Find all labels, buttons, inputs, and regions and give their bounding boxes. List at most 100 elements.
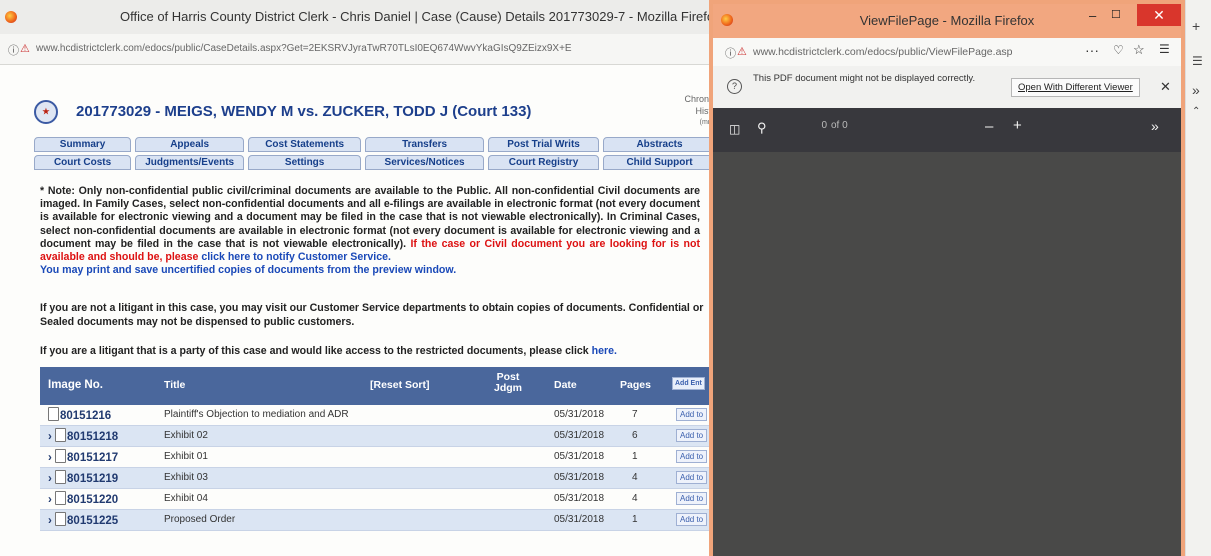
case-details-page: ★ 201773029 - MEIGS, WENDY M vs. ZUCKER,… <box>0 65 716 556</box>
page-count: of 0 <box>831 120 848 131</box>
bookmark-star-icon[interactable]: ☆ <box>1133 42 1145 58</box>
image-number[interactable]: › 80151219 <box>48 470 118 485</box>
pdf-viewer-window: ViewFilePage - Mozilla Firefox – ☐ ✕ ⓘ ⚠… <box>709 0 1185 556</box>
add-to-cart-button[interactable]: Add to <box>676 408 708 421</box>
minimize-icon[interactable]: – <box>1089 8 1096 23</box>
tab-row-2: Court Costs Judgments/Events Settings Se… <box>34 155 716 170</box>
add-entire-button[interactable]: Add Ent <box>672 377 705 390</box>
menu-icon[interactable]: ☰ <box>1159 42 1170 56</box>
tab-child-support[interactable]: Child Support <box>603 155 716 170</box>
tab-post-trial-writs[interactable]: Post Trial Writs <box>488 137 600 152</box>
tab-court-registry[interactable]: Court Registry <box>488 155 600 170</box>
add-to-cart-button[interactable]: Add to <box>676 513 708 526</box>
image-number-value[interactable]: 80151217 <box>67 452 118 464</box>
tab-transfers[interactable]: Transfers <box>365 137 485 152</box>
main-url[interactable]: www.hcdistrictclerk.com/edocs/public/Cas… <box>36 43 572 54</box>
doc-title: Exhibit 03 <box>164 472 208 483</box>
main-window-title: Office of Harris County District Clerk -… <box>120 9 721 24</box>
add-to-cart-button[interactable]: Add to <box>676 429 708 442</box>
doc-pages: 7 <box>632 409 638 420</box>
image-number[interactable]: 80151216 <box>48 407 111 422</box>
notify-link[interactable]: click here to notify <box>201 251 295 263</box>
search-icon[interactable]: ⚲ <box>757 120 767 136</box>
case-title: 201773029 - MEIGS, WENDY M vs. ZUCKER, T… <box>76 103 532 120</box>
image-number-value[interactable]: 80151216 <box>60 410 111 422</box>
document-icon <box>55 449 67 463</box>
tab-services-notices[interactable]: Services/Notices <box>365 155 485 170</box>
doc-title: Proposed Order <box>164 514 236 525</box>
firefox-logo-icon <box>5 11 17 23</box>
image-number[interactable]: › 80151220 <box>48 491 118 506</box>
table-row[interactable]: › 80151218 Exhibit 02 05/31/2018 6 Add t… <box>40 426 716 447</box>
tab-judgments-events[interactable]: Judgments/Events <box>135 155 245 170</box>
help-icon: ? <box>727 79 742 94</box>
add-to-cart-button[interactable]: Add to <box>676 450 708 463</box>
tab-row-1: Summary Appeals Cost Statements Transfer… <box>34 137 716 152</box>
image-number[interactable]: › 80151217 <box>48 449 118 464</box>
image-number-value[interactable]: 80151219 <box>67 473 118 485</box>
restricted-docs-link[interactable]: here. <box>592 345 617 357</box>
info-icon[interactable]: ⓘ <box>8 42 19 58</box>
tab-cost-statements[interactable]: Cost Statements <box>248 137 362 152</box>
document-icon <box>48 407 59 421</box>
close-icon[interactable]: ✕ <box>1137 4 1181 26</box>
insecure-lock-icon: ⚠ <box>737 46 747 58</box>
col-date[interactable]: Date <box>554 379 577 391</box>
maximize-icon[interactable]: ☐ <box>1111 8 1121 21</box>
pocket-icon[interactable]: ♡ <box>1113 43 1124 57</box>
tab-court-costs[interactable]: Court Costs <box>34 155 132 170</box>
doc-date: 05/31/2018 <box>554 430 605 441</box>
doc-date: 05/31/2018 <box>554 451 605 462</box>
document-icon <box>55 428 67 442</box>
doc-title: Plaintiff's Objection to mediation and A… <box>164 409 349 420</box>
col-title[interactable]: Title <box>164 379 185 391</box>
documents-table: Image No. Title [Reset Sort] Post Jdgm D… <box>40 367 716 531</box>
pdf-warning-bar: ? This PDF document might not be display… <box>713 66 1181 109</box>
page-number-input[interactable]: 0 <box>805 120 827 131</box>
table-row[interactable]: › 80151219 Exhibit 03 05/31/2018 4 Add t… <box>40 468 716 489</box>
table-row[interactable]: › 80151217 Exhibit 01 05/31/2018 1 Add t… <box>40 447 716 468</box>
table-row[interactable]: 80151216 Plaintiff's Objection to mediat… <box>40 405 716 426</box>
tab-summary[interactable]: Summary <box>34 137 132 152</box>
open-different-viewer-button[interactable]: Open With Different Viewer <box>1011 78 1140 97</box>
image-number-value[interactable]: 80151225 <box>67 515 118 527</box>
doc-date: 05/31/2018 <box>554 514 605 525</box>
main-window-right-edge: + ☰ » ⌃ <box>1185 0 1211 556</box>
doc-title: Exhibit 01 <box>164 451 208 462</box>
viewer-url[interactable]: www.hcdistrictclerk.com/edocs/public/Vie… <box>753 46 1021 58</box>
doc-title: Exhibit 02 <box>164 430 208 441</box>
sidebar-toggle-icon[interactable]: ◫ <box>729 122 740 136</box>
image-number[interactable]: › 80151218 <box>48 428 118 443</box>
scroll-up-icon[interactable]: ⌃ <box>1192 106 1200 117</box>
info-icon[interactable]: ⓘ <box>725 45 736 61</box>
viewer-address-bar[interactable]: ⓘ ⚠ www.hcdistrictclerk.com/edocs/public… <box>713 38 1181 67</box>
page-actions-icon[interactable]: ··· <box>1085 42 1099 58</box>
insecure-lock-icon: ⚠ <box>20 43 30 55</box>
pdf-canvas[interactable] <box>713 152 1181 556</box>
col-image-no[interactable]: Image No. <box>48 379 103 391</box>
table-row[interactable]: › 80151220 Exhibit 04 05/31/2018 4 Add t… <box>40 489 716 510</box>
add-to-cart-button[interactable]: Add to <box>676 492 708 505</box>
non-litigant-note: If you are not a litigant in this case, … <box>40 302 704 328</box>
menu-icon[interactable]: ☰ <box>1192 54 1203 68</box>
tab-abstracts[interactable]: Abstracts <box>603 137 716 152</box>
col-post-jdgm[interactable]: Post Jdgm <box>490 372 526 394</box>
image-number-value[interactable]: 80151218 <box>67 431 118 443</box>
reset-sort-link[interactable]: [Reset Sort] <box>370 379 430 391</box>
viewer-title-bar: ViewFilePage - Mozilla Firefox – ☐ ✕ <box>713 4 1181 38</box>
zoom-in-icon[interactable]: + <box>1013 117 1022 134</box>
add-to-cart-button[interactable]: Add to <box>676 471 708 484</box>
new-tab-icon[interactable]: + <box>1192 18 1200 34</box>
tab-settings[interactable]: Settings <box>248 155 362 170</box>
tab-appeals[interactable]: Appeals <box>135 137 245 152</box>
col-pages[interactable]: Pages <box>620 379 651 391</box>
zoom-out-icon[interactable]: – <box>985 118 993 135</box>
litigant-note: If you are a litigant that is a party of… <box>40 345 716 359</box>
tools-chevron-icon[interactable]: » <box>1151 118 1159 134</box>
image-number-value[interactable]: 80151220 <box>67 494 118 506</box>
doc-pages: 6 <box>632 430 638 441</box>
image-number[interactable]: › 80151225 <box>48 512 118 527</box>
overflow-chevron-icon[interactable]: » <box>1192 82 1200 98</box>
dismiss-warning-icon[interactable]: ✕ <box>1160 79 1171 95</box>
table-row[interactable]: › 80151225 Proposed Order 05/31/2018 1 A… <box>40 510 716 531</box>
